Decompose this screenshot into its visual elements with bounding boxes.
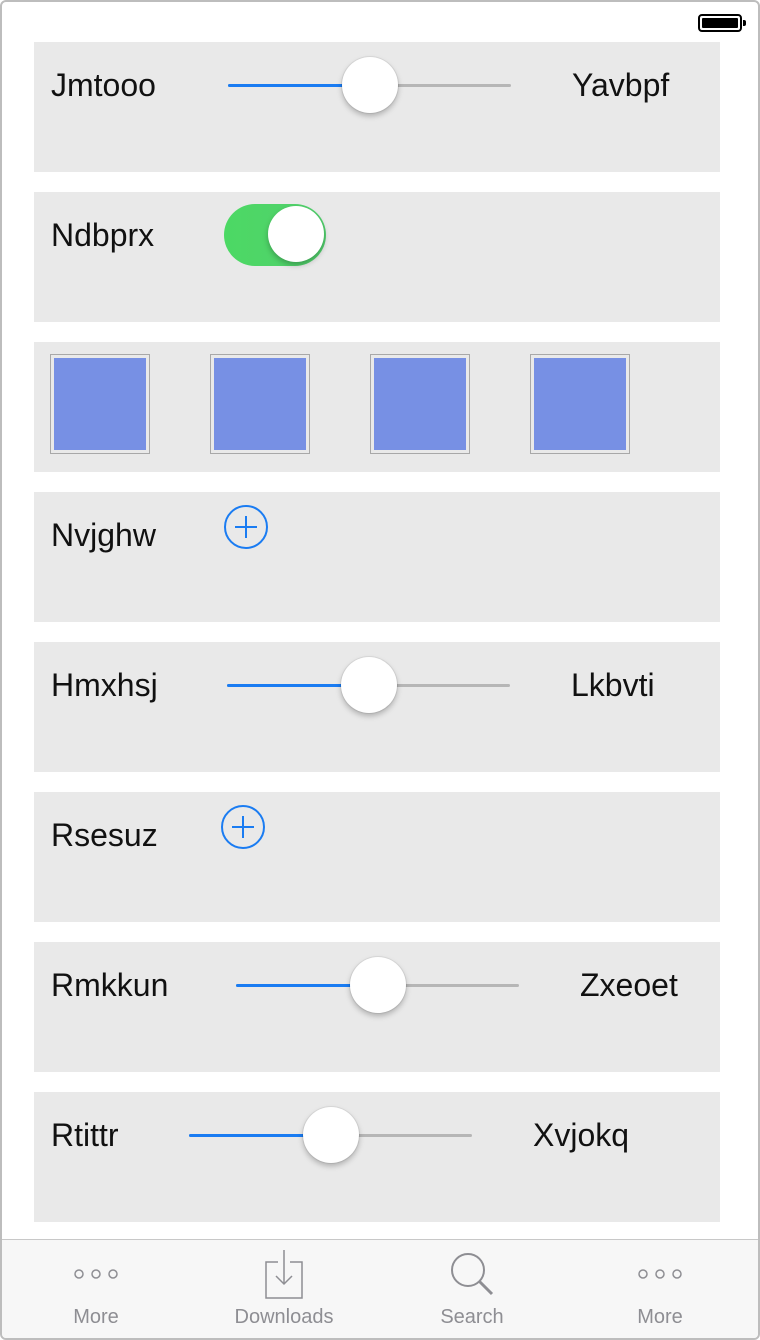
add-row-1: Nvjghw bbox=[34, 492, 720, 622]
slider-row-3: Rmkkun Zxeoet bbox=[34, 942, 720, 1072]
toggle-label: Ndbprx bbox=[51, 217, 155, 253]
add-circle-icon[interactable] bbox=[223, 504, 269, 550]
toggle-row: Ndbprx bbox=[34, 192, 720, 322]
more-dots-icon bbox=[74, 1269, 118, 1279]
battery-icon bbox=[698, 14, 746, 32]
slider-left-label: Jmtooo bbox=[51, 67, 156, 103]
slider-right-label: Zxeoet bbox=[580, 967, 678, 1003]
color-swatch[interactable] bbox=[370, 354, 470, 454]
slider-thumb[interactable] bbox=[340, 657, 397, 713]
slider[interactable] bbox=[227, 657, 510, 713]
add-row-label: Rsesuz bbox=[51, 817, 158, 853]
tab-downloads[interactable]: Downloads bbox=[190, 1240, 378, 1338]
add-circle-icon[interactable] bbox=[220, 804, 266, 850]
add-row-2: Rsesuz bbox=[34, 792, 720, 922]
slider-left-label: Rtittr bbox=[51, 1117, 119, 1153]
add-row-label: Nvjghw bbox=[51, 517, 156, 553]
slider[interactable] bbox=[236, 957, 519, 1013]
toggle-knob bbox=[268, 206, 324, 262]
tab-label: Search bbox=[440, 1306, 504, 1328]
slider-row-2: Hmxhsj Lkbvti bbox=[34, 642, 720, 772]
slider-right-label: Yavbpf bbox=[572, 67, 670, 103]
tab-more-1[interactable]: More bbox=[2, 1240, 190, 1338]
slider[interactable] bbox=[189, 1107, 472, 1163]
slider-thumb[interactable] bbox=[302, 1107, 359, 1163]
slider-thumb[interactable] bbox=[349, 957, 406, 1013]
toggle-switch[interactable] bbox=[224, 204, 326, 266]
slider-right-label: Xvjokq bbox=[533, 1117, 630, 1153]
slider-left-label: Rmkkun bbox=[51, 967, 169, 1003]
app-screen: Jmtooo Yavbpf Ndbprx Nvjghw Hmxhsj Lkbvt… bbox=[0, 0, 760, 1340]
slider-left-label: Hmxhsj bbox=[51, 667, 158, 703]
downloads-icon bbox=[265, 1250, 303, 1299]
color-swatch[interactable] bbox=[530, 354, 630, 454]
swatch-row bbox=[34, 342, 720, 472]
slider-row-4: Rtittr Xvjokq bbox=[34, 1092, 720, 1222]
tab-label: More bbox=[73, 1306, 119, 1328]
status-bar bbox=[2, 2, 758, 42]
color-swatch[interactable] bbox=[210, 354, 310, 454]
search-icon bbox=[451, 1253, 494, 1296]
slider[interactable] bbox=[228, 57, 511, 113]
tab-more-2[interactable]: More bbox=[566, 1240, 754, 1338]
color-swatch[interactable] bbox=[50, 354, 150, 454]
slider-thumb[interactable] bbox=[341, 57, 398, 113]
tab-label: Downloads bbox=[234, 1306, 334, 1328]
tab-label: More bbox=[637, 1306, 683, 1328]
tab-bar: More Downloads Search More bbox=[2, 1239, 758, 1338]
more-dots-icon bbox=[638, 1269, 682, 1279]
slider-row-1: Jmtooo Yavbpf bbox=[34, 42, 720, 172]
slider-right-label: Lkbvti bbox=[571, 667, 655, 703]
tab-search[interactable]: Search bbox=[378, 1240, 566, 1338]
